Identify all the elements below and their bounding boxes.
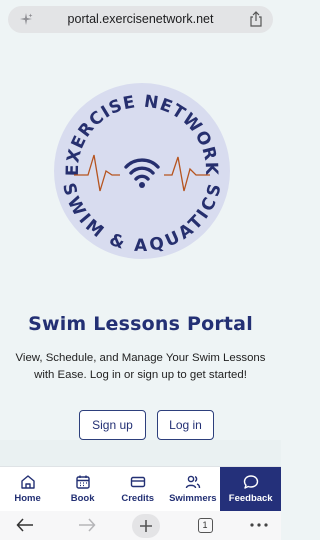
url-text: portal.exercisenetwork.net (67, 12, 214, 26)
nav-item-book[interactable]: Book (55, 467, 110, 511)
share-icon[interactable] (249, 11, 263, 27)
nav-label-credits: Credits (121, 493, 155, 504)
more-button[interactable] (248, 516, 270, 534)
log-in-button[interactable]: Log in (157, 410, 214, 440)
arrow-right-icon (79, 518, 96, 532)
plus-icon (140, 520, 152, 532)
nav-item-swimmers[interactable]: Swimmers (165, 467, 220, 511)
calendar-icon (75, 475, 90, 489)
home-icon (20, 475, 35, 489)
page-title: Swim Lessons Portal (28, 313, 253, 335)
nav-label-book: Book (70, 493, 95, 504)
tab-count: 1 (197, 517, 213, 533)
back-button[interactable] (14, 516, 36, 534)
nav-label-feedback: Feedback (228, 493, 273, 504)
exercise-network-logo: EXERCISE NETWORK SWIM & AQUATICS (54, 83, 230, 259)
more-icon (250, 523, 268, 527)
nav-item-feedback[interactable]: Feedback (220, 467, 281, 511)
footer-strip (0, 440, 281, 466)
new-tab-button[interactable] (132, 514, 160, 538)
nav-label-home: Home (14, 493, 41, 504)
page-content: EXERCISE NETWORK SWIM & AQUATICS Swim Le… (0, 40, 281, 440)
address-bar[interactable]: portal.exercisenetwork.net (8, 6, 273, 33)
page-subtitle: View, Schedule, and Manage Your Swim Les… (15, 352, 266, 381)
browser-toolbar: 1 (0, 511, 281, 540)
forward-button[interactable] (76, 516, 98, 534)
credit-card-icon (130, 476, 145, 488)
bottom-nav: Home Book Credits Swimmers Feedback (0, 466, 281, 511)
arrow-left-icon (16, 518, 33, 532)
sign-up-button[interactable]: Sign up (79, 410, 146, 440)
tabs-button[interactable]: 1 (196, 516, 214, 534)
nav-label-swimmers: Swimmers (169, 493, 217, 504)
users-icon (185, 475, 201, 489)
nav-item-credits[interactable]: Credits (110, 467, 165, 511)
nav-item-home[interactable]: Home (0, 467, 55, 511)
chat-bubble-icon (243, 475, 258, 489)
